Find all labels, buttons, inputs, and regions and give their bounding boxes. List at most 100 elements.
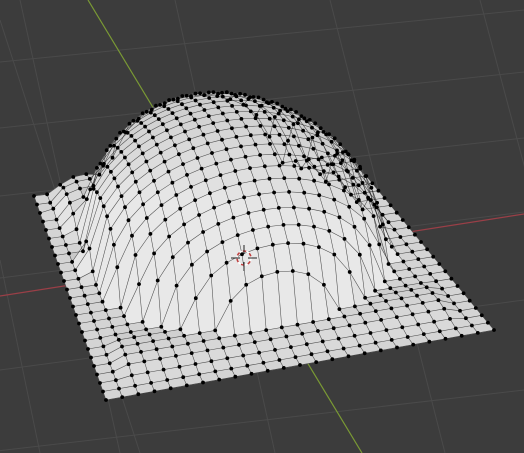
mesh-vertex xyxy=(322,209,327,214)
mesh-vertex xyxy=(266,224,271,229)
mesh-vertex xyxy=(118,130,122,135)
mesh-vertex xyxy=(61,185,66,190)
mesh-vertex xyxy=(349,192,353,197)
mesh-vertex xyxy=(341,346,346,351)
mesh-vertex xyxy=(369,185,374,190)
mesh-vertex xyxy=(252,340,257,344)
mesh-faces[interactable] xyxy=(33,91,495,401)
mesh-vertex xyxy=(285,109,290,113)
mesh-vertex xyxy=(188,111,193,116)
mesh-vertex xyxy=(437,262,442,266)
mesh-vertex xyxy=(394,290,398,295)
mesh-vertex xyxy=(257,104,262,108)
viewport-scene[interactable] xyxy=(0,0,524,453)
mesh-vertex xyxy=(331,326,336,331)
mesh-vertex xyxy=(131,118,136,123)
mesh-vertex xyxy=(257,192,261,197)
mesh-vertex xyxy=(244,282,249,287)
mesh-vertex xyxy=(267,134,272,139)
mesh-vertex xyxy=(163,330,167,334)
mesh-vertex xyxy=(108,143,113,148)
mesh-vertex xyxy=(62,279,66,283)
mesh-vertex xyxy=(137,190,142,195)
mesh-vertex xyxy=(161,367,166,372)
mesh-vertex xyxy=(400,218,405,222)
mesh-vertex xyxy=(139,350,143,354)
mesh-vertex xyxy=(286,138,290,143)
mesh-vertex xyxy=(275,101,280,106)
mesh-vertex xyxy=(356,183,361,188)
mesh-vertex xyxy=(210,151,214,155)
mesh-vertex xyxy=(112,143,116,148)
mesh-vertex xyxy=(234,94,239,99)
mesh-vertex xyxy=(326,151,330,156)
mesh-vertex xyxy=(486,320,490,325)
mesh-vertex xyxy=(170,111,175,115)
mesh-vertex xyxy=(158,103,163,107)
mesh-vertex xyxy=(186,341,190,346)
mesh-vertex xyxy=(119,194,124,199)
mesh-vertex xyxy=(292,205,296,210)
mesh-vertex xyxy=(143,124,148,129)
mesh-vertex xyxy=(81,249,85,254)
mesh-vertex xyxy=(349,158,354,163)
mesh-vertex xyxy=(203,178,208,183)
mesh-vertex xyxy=(70,260,74,264)
mesh-vertex xyxy=(317,193,322,198)
mesh-vertex xyxy=(180,102,184,107)
mesh-vertex xyxy=(286,241,290,246)
mesh-vertex xyxy=(332,136,337,141)
mesh-vertex xyxy=(373,309,378,313)
mesh-vertex xyxy=(268,142,272,146)
3d-viewport[interactable] xyxy=(0,0,524,453)
mesh-vertex xyxy=(299,114,304,118)
mesh-vertex xyxy=(394,315,399,319)
mesh-vertex xyxy=(181,375,186,380)
mesh-vertex xyxy=(168,386,173,391)
mesh-vertex xyxy=(407,267,412,271)
mesh-vertex xyxy=(263,132,268,137)
mesh-vertex xyxy=(432,319,436,324)
mesh-vertex xyxy=(332,197,337,202)
mesh-vertex xyxy=(313,121,318,126)
mesh-vertex xyxy=(215,129,220,133)
mesh-vertex xyxy=(415,293,419,298)
mesh-vertex xyxy=(163,217,168,222)
mesh-vertex xyxy=(377,242,382,247)
mesh-vertex xyxy=(78,186,82,191)
mesh-vertex xyxy=(191,146,196,151)
mesh-vertex xyxy=(386,220,391,225)
mesh-vertex xyxy=(443,336,448,341)
mesh-vertex xyxy=(318,126,323,131)
mesh-vertex xyxy=(88,187,93,192)
mesh-vertex xyxy=(246,211,251,215)
mesh-vertex xyxy=(68,200,72,205)
mesh-vertex xyxy=(416,257,421,261)
mesh-vertex xyxy=(492,328,496,332)
mesh-vertex xyxy=(202,108,207,112)
mesh-vertex xyxy=(352,333,357,338)
mesh-vertex xyxy=(159,203,164,208)
mesh-vertex xyxy=(214,161,219,166)
mesh-vertex xyxy=(117,386,121,391)
mesh-vertex xyxy=(185,173,189,177)
mesh-vertex xyxy=(398,277,402,281)
mesh-vertex xyxy=(51,206,56,211)
mesh-vertex xyxy=(290,114,295,119)
mesh-vertex xyxy=(287,190,291,194)
mesh-vertex xyxy=(230,126,234,131)
mesh-vertex xyxy=(295,322,300,327)
grid-line xyxy=(0,9,524,63)
mesh-vertex xyxy=(173,143,177,148)
mesh-vertex xyxy=(123,352,128,357)
mesh-vertex xyxy=(325,349,330,354)
mesh-vertex xyxy=(458,308,462,313)
mesh-vertex xyxy=(371,214,376,219)
mesh-vertex xyxy=(316,329,320,333)
mesh-vertex xyxy=(368,331,373,335)
mesh-vertex xyxy=(216,105,221,110)
mesh-vertex xyxy=(394,210,399,215)
mesh-vertex xyxy=(271,105,276,110)
mesh-vertex xyxy=(322,282,326,287)
mesh-vertex xyxy=(125,130,130,135)
